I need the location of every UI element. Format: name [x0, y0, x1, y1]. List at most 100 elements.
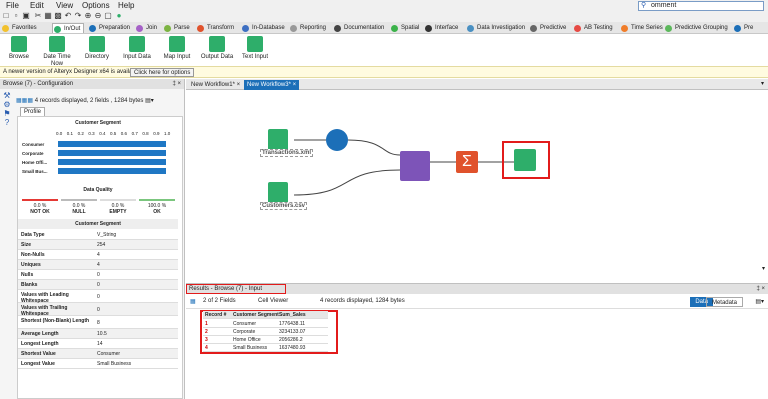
tick-label: 0.5 — [110, 131, 117, 136]
stat-value: 8 — [97, 320, 100, 326]
tab-parse[interactable]: Parse — [163, 23, 190, 33]
tab-pre[interactable]: Pre — [733, 23, 753, 33]
summarize-tool-icon[interactable]: Σ — [456, 151, 478, 173]
column-header[interactable]: Sum_Sales — [279, 312, 306, 318]
options-icon[interactable]: ▤▾ — [145, 98, 154, 104]
zoom-icon[interactable]: ⊕ — [84, 12, 92, 20]
tab-join[interactable]: Join — [135, 23, 157, 33]
table-row[interactable]: 3 Home Office 2056286.2 — [203, 336, 328, 344]
workflow-tabs: New Workflow1* × New Workflow3* × ▾ — [186, 79, 768, 90]
input-customers-icon[interactable] — [268, 182, 288, 204]
export-icon[interactable]: ▤▾ — [755, 298, 764, 305]
join-tool-icon[interactable] — [400, 151, 430, 181]
menu-help[interactable]: Help — [118, 1, 134, 10]
copy-icon[interactable]: ▦ — [44, 12, 52, 20]
tool-browse[interactable]: Browse — [2, 36, 36, 61]
fields-dropdown[interactable]: 2 of 2 Fields — [203, 298, 236, 304]
tab-data-investigation[interactable]: Data Investigation — [466, 23, 525, 33]
input-transactions-icon[interactable] — [268, 129, 288, 151]
tool-text-input[interactable]: Text Input — [238, 36, 272, 61]
customers-label[interactable]: Customers.csv — [260, 202, 308, 210]
wrench-icon[interactable]: ⚒ — [0, 91, 14, 100]
search-input[interactable]: ⚲ omment — [638, 1, 764, 11]
tab-predictive-grouping[interactable]: Predictive Grouping — [664, 23, 728, 33]
save-icon[interactable]: ▣ — [22, 12, 30, 20]
tool-map-input[interactable]: Map Input — [160, 36, 194, 61]
table-cell: 2 — [205, 329, 208, 335]
tab-favorites[interactable]: Favorites — [1, 23, 37, 33]
column-header[interactable]: Record # — [205, 312, 226, 318]
help-icon[interactable]: ? — [0, 118, 14, 127]
paste-icon[interactable]: ▩ — [54, 12, 62, 20]
table-row[interactable]: 2 Corporate 3234133.07 — [203, 328, 328, 336]
tab-transform[interactable]: Transform — [196, 23, 234, 33]
tab-time-series[interactable]: Time Series — [620, 23, 663, 33]
stat-row: Values with Leading Whitespace 0 — [18, 290, 178, 304]
tab-new-workflow3[interactable]: New Workflow3* × — [244, 80, 300, 90]
table-row[interactable]: 1 Consumer 1776438.11 — [203, 320, 328, 328]
tag-icon[interactable]: ⚑ — [0, 109, 14, 118]
transform-icon — [197, 25, 204, 32]
ab-testing-icon — [574, 25, 581, 32]
tab-predictive[interactable]: Predictive — [529, 23, 566, 33]
table-icon[interactable]: ▦ — [190, 298, 196, 305]
tab-ab-testing[interactable]: AB Testing — [573, 23, 613, 33]
stat-row: Longest Value Small Business — [18, 359, 178, 369]
tool-directory[interactable]: Directory — [80, 36, 114, 61]
tab-interface[interactable]: Interface — [424, 23, 458, 33]
canvas-scroll-icon[interactable]: ▾ — [762, 265, 765, 272]
dq-notok: 0.0 % NOT OK — [30, 203, 50, 215]
column-header[interactable]: Customer Segment — [233, 312, 279, 318]
table-cell: 1776438.11 — [279, 321, 306, 327]
menu-options[interactable]: Options — [82, 1, 110, 10]
tab-profile[interactable]: Profile — [20, 107, 46, 116]
category-label: Corporate — [22, 151, 44, 156]
tab-preparation[interactable]: Preparation — [88, 23, 130, 33]
tabs-menu-icon[interactable]: ▾ — [761, 80, 764, 87]
redo-icon[interactable]: ↷ — [74, 12, 82, 20]
undo-icon[interactable]: ↶ — [64, 12, 72, 20]
results-pin-icon[interactable]: ‡ × — [756, 284, 765, 294]
stat-row: Data Type V_String — [18, 230, 178, 240]
tab-documentation[interactable]: Documentation — [333, 23, 384, 33]
menu-view[interactable]: View — [56, 1, 73, 10]
tab-new-workflow1[interactable]: New Workflow1* × — [188, 80, 243, 90]
chart-title: Customer Segment — [75, 120, 121, 126]
open-icon[interactable]: ▫ — [12, 12, 20, 20]
menu-edit[interactable]: Edit — [30, 1, 44, 10]
metadata-toggle[interactable]: Metadata — [705, 297, 743, 307]
reporting-icon — [290, 25, 297, 32]
browse-tool-icon[interactable] — [514, 149, 536, 171]
cut-icon[interactable]: ✂ — [34, 12, 42, 20]
tool-date-time-now[interactable]: Date Time Now — [40, 36, 74, 68]
notice-options-button[interactable]: Click here for options — [130, 68, 195, 77]
new-icon[interactable]: □ — [2, 12, 10, 20]
tab-in-database[interactable]: In-Database — [241, 23, 285, 33]
stat-row: Nulls 0 — [18, 270, 178, 280]
tab-spatial[interactable]: Spatial — [390, 23, 419, 33]
pin-icon[interactable]: ‡ × — [172, 79, 181, 89]
gear-icon[interactable]: ⚙ — [0, 100, 14, 109]
panel-title: Browse (7) - Configuration ‡ × — [0, 79, 184, 89]
search-icon: ⚲ — [641, 2, 647, 9]
parse-tool-icon[interactable] — [326, 129, 348, 151]
zoom-out-icon[interactable]: ⊖ — [94, 12, 102, 20]
tool-output-data[interactable]: Output Data — [200, 36, 234, 61]
transactions-label[interactable]: Transactions.xml — [260, 149, 314, 157]
results-panel: Results - Browse (7) - Input ‡ × ▦ 2 of … — [186, 283, 768, 399]
tab-in-out[interactable]: In/Out — [52, 23, 85, 33]
stat-value: V_String — [97, 232, 117, 238]
workflow-canvas[interactable]: New Workflow1* × New Workflow3* × ▾ Tran… — [186, 79, 768, 282]
bar-corporate — [58, 150, 166, 156]
tab-reporting[interactable]: Reporting — [289, 23, 326, 33]
cell-viewer-dropdown[interactable]: Cell Viewer — [258, 298, 288, 304]
run-icon[interactable]: ● — [115, 12, 123, 20]
tool-input-data[interactable]: Input Data — [120, 36, 154, 61]
menu-file[interactable]: File — [6, 1, 19, 10]
interface-icon — [425, 25, 432, 32]
tick-label: 0.3 — [88, 131, 95, 136]
fit-icon[interactable]: ▢ — [104, 12, 112, 20]
menu-bar: File Edit View Options Help ⚲ omment — [0, 0, 768, 11]
table-row[interactable]: 4 Small Business 1637480.93 — [203, 344, 328, 352]
stat-value: Small Business — [97, 361, 132, 367]
